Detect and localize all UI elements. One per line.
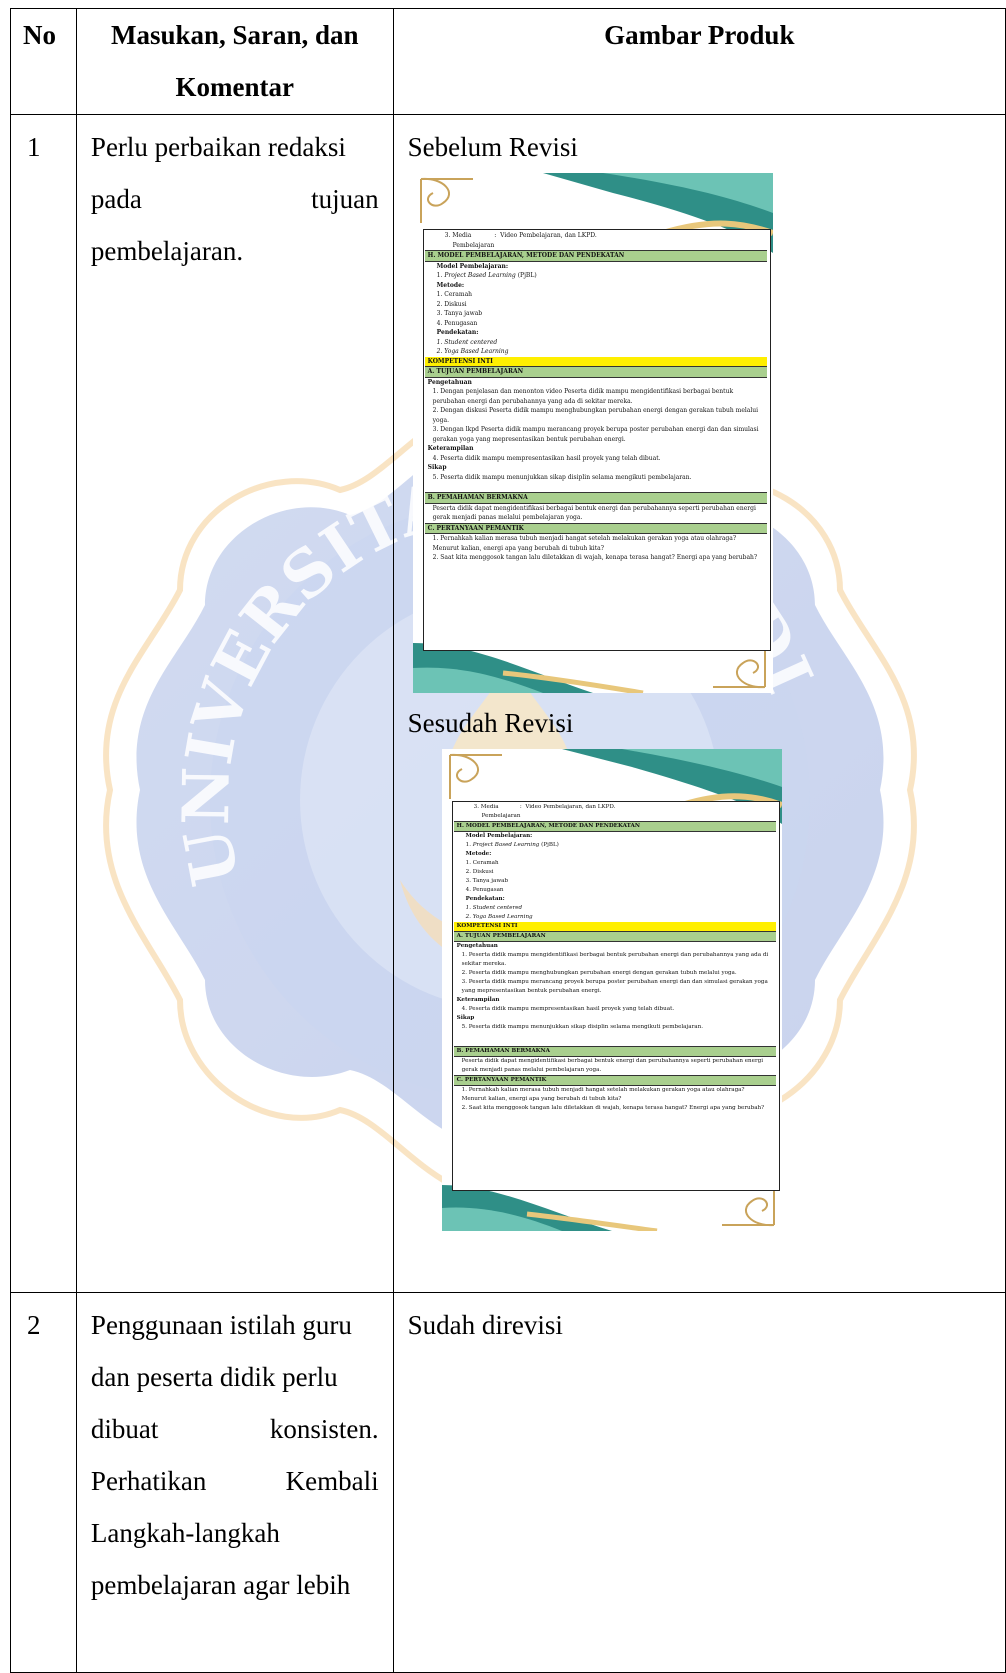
doc-list-item: 3. Peserta didik mampu merancang proyek … <box>461 979 768 994</box>
doc-kompetensi: KOMPETENSI INTI <box>424 356 767 366</box>
doc-list-item: 2. Yoga Based Learning <box>436 348 509 355</box>
comment-line: dan peserta didik perlu <box>90 1362 338 1392</box>
comment-cell: Penggunaan istilah guru dan peserta didi… <box>75 1292 394 1673</box>
doc-keterampilan: Keterampilan <box>456 997 500 1003</box>
doc-section-a: A. TUJUAN PEMBELAJARAN <box>453 931 776 942</box>
doc-section-b: B. PEMAHAMAN BERMAKNA <box>453 1046 776 1057</box>
doc-pendekatan-head: Pendekatan: <box>465 896 505 902</box>
doc-list-item: 2. Diskusi <box>436 300 467 308</box>
document-text: 3. Media : Video Pembelajaran, dan LKPD.… <box>453 803 776 1113</box>
before-revision-document: 3. Media : Video Pembelajaran, dan LKPD.… <box>412 173 773 693</box>
doc-list-item: 3. Tanya jawab <box>465 878 509 884</box>
comment-line: Penggunaan istilah guru <box>90 1310 352 1340</box>
doc-metode-head: Metode: <box>436 281 465 289</box>
doc-pendekatan-head: Pendekatan: <box>436 329 479 336</box>
doc-section-b: B. PEMAHAMAN BERMAKNA <box>424 492 767 504</box>
revision-status: Sudah direvisi <box>407 1310 563 1340</box>
table-header-row: No Masukan, Saran, dan Komentar Gambar P… <box>10 8 1006 115</box>
doc-list-item: 5. Peserta didik mampu menunjukkan sikap… <box>461 1024 703 1030</box>
comment-line: dibuat konsisten. <box>90 1414 379 1444</box>
feedback-table: No Masukan, Saran, dan Komentar Gambar P… <box>10 8 1006 1673</box>
doc-section-c: C. PERTANYAAN PEMANTIK <box>453 1075 776 1086</box>
doc-list-item: 2. Dengan diskusi Peserta didik mampu me… <box>432 407 759 424</box>
comment-line: pembelajaran. <box>90 236 244 266</box>
doc-media-cont: Pembelajaran <box>452 241 495 249</box>
comment-cell: Perlu perbaikan redaksi pada tujuan pembe… <box>75 114 394 1293</box>
table-row: 1 Perlu perbaikan redaksi pada tujuan pem… <box>10 114 1006 1293</box>
doc-pengetahuan: Pengetahuan <box>427 378 472 386</box>
doc-pengetahuan: Pengetahuan <box>456 943 498 949</box>
doc-metode-head: Metode: <box>465 851 492 857</box>
row-number: 2 <box>10 1292 77 1673</box>
comment-line: Perlu perbaikan redaksi <box>90 132 346 162</box>
doc-sikap: Sikap <box>427 464 447 471</box>
product-image-cell: Sebelum Revisi 3. Media: Video Pembelaj… <box>392 114 1006 1293</box>
doc-paragraph: Peserta didik dapat mengidentifikasi ber… <box>432 504 756 522</box>
header-masukan-line1: Masukan, Saran, dan <box>110 20 359 50</box>
product-image-cell: Sudah direvisi <box>392 1292 1006 1673</box>
doc-media-line: 3. Media : Video Pembelajaran, dan LKPD. <box>473 804 616 810</box>
doc-section-h: H. MODEL PEMBELAJARAN, METODE DAN PENDEK… <box>453 821 776 832</box>
doc-list-item: 5. Peserta didik mampu menunjukkan sikap… <box>432 473 692 481</box>
doc-list-item: 1. Ceramah <box>436 291 473 298</box>
doc-list-item: 1. Student centered <box>465 905 523 911</box>
doc-section-c: C. PERTANYAAN PEMANTIK <box>424 522 767 534</box>
doc-sikap: Sikap <box>456 1015 475 1021</box>
header-no: No <box>10 8 77 115</box>
comment-line: pada tujuan <box>90 184 379 214</box>
doc-list-item: 1. Ceramah <box>465 860 499 866</box>
row-number: 1 <box>10 114 77 1293</box>
doc-list-item: 4. Peserta didik mampu mempresentasikan … <box>461 1006 675 1012</box>
doc-list-item: 1. Pernahkah kalian merasa tubuh menjadi… <box>461 1087 745 1102</box>
document-text: 3. Media : Video Pembelajaran, dan LKPD.… <box>424 231 767 563</box>
header-masukan: Masukan, Saran, dan Komentar <box>75 8 394 115</box>
doc-model-item: 1. Project Based Learning (PjBL) <box>436 272 537 279</box>
header-gambar: Gambar Produk <box>392 8 1006 115</box>
comment-line: Perhatikan Kembali <box>90 1466 379 1496</box>
doc-section-a: A. TUJUAN PEMBELAJARAN <box>424 366 767 378</box>
doc-model-head: Model Pembelajaran: <box>436 262 509 270</box>
doc-list-item: 3. Dengan lkpd Peserta didik mampu meran… <box>432 426 759 443</box>
doc-list-item: 1. Pernahkah kalian merasa tubuh menjadi… <box>432 535 737 552</box>
doc-list-item: 2. Saat kita menggosok tangan lalu dilet… <box>461 1105 765 1111</box>
doc-list-item: 2. Saat kita menggosok tangan lalu dilet… <box>432 554 758 561</box>
after-revision-document: 3. Media : Video Pembelajaran, dan LKPD.… <box>441 749 782 1231</box>
doc-list-item: 1. Peserta didik mampu mengidentifikasi … <box>461 952 769 967</box>
doc-section-h: H. MODEL PEMBELAJARAN, METODE DAN PENDEK… <box>424 250 767 262</box>
doc-model-item: 1. Project Based Learning (PjBL) <box>465 842 559 848</box>
doc-media-line: 3. Media : Video Pembelajaran, dan LKPD. <box>444 232 597 239</box>
doc-list-item: 1. Student centered <box>436 338 498 346</box>
doc-media-cont: Pembelajaran <box>481 813 521 819</box>
header-masukan-line2: Komentar <box>175 72 295 102</box>
before-revision-label: Sebelum Revisi <box>407 132 578 162</box>
doc-list-item: 4. Penugasan <box>436 319 478 327</box>
doc-list-item: 2. Peserta didik mampu menghubungkan per… <box>461 970 737 976</box>
doc-paragraph: Peserta didik dapat mengidentifikasi ber… <box>461 1058 764 1073</box>
after-revision-label: Sesudah Revisi <box>407 708 574 738</box>
doc-keterampilan: Keterampilan <box>427 445 474 452</box>
doc-list-item: 2. Yoga Based Learning <box>465 914 533 920</box>
doc-list-item: 3. Tanya jawab <box>436 310 483 317</box>
doc-list-item: 2. Diskusi <box>465 869 494 875</box>
doc-list-item: 4. Peserta didik mampu mempresentasikan … <box>432 454 661 462</box>
doc-kompetensi: KOMPETENSI INTI <box>453 922 776 931</box>
comment-line: Langkah-langkah <box>90 1518 280 1548</box>
doc-model-head: Model Pembelajaran: <box>465 833 533 839</box>
comment-line: pembelajaran agar lebih <box>90 1570 351 1600</box>
doc-list-item: 4. Penugasan <box>465 887 504 893</box>
table-row: 2 Penggunaan istilah guru dan peserta di… <box>10 1292 1006 1673</box>
doc-list-item: 1. Dengan penjelasan dan menonton video … <box>432 388 734 405</box>
